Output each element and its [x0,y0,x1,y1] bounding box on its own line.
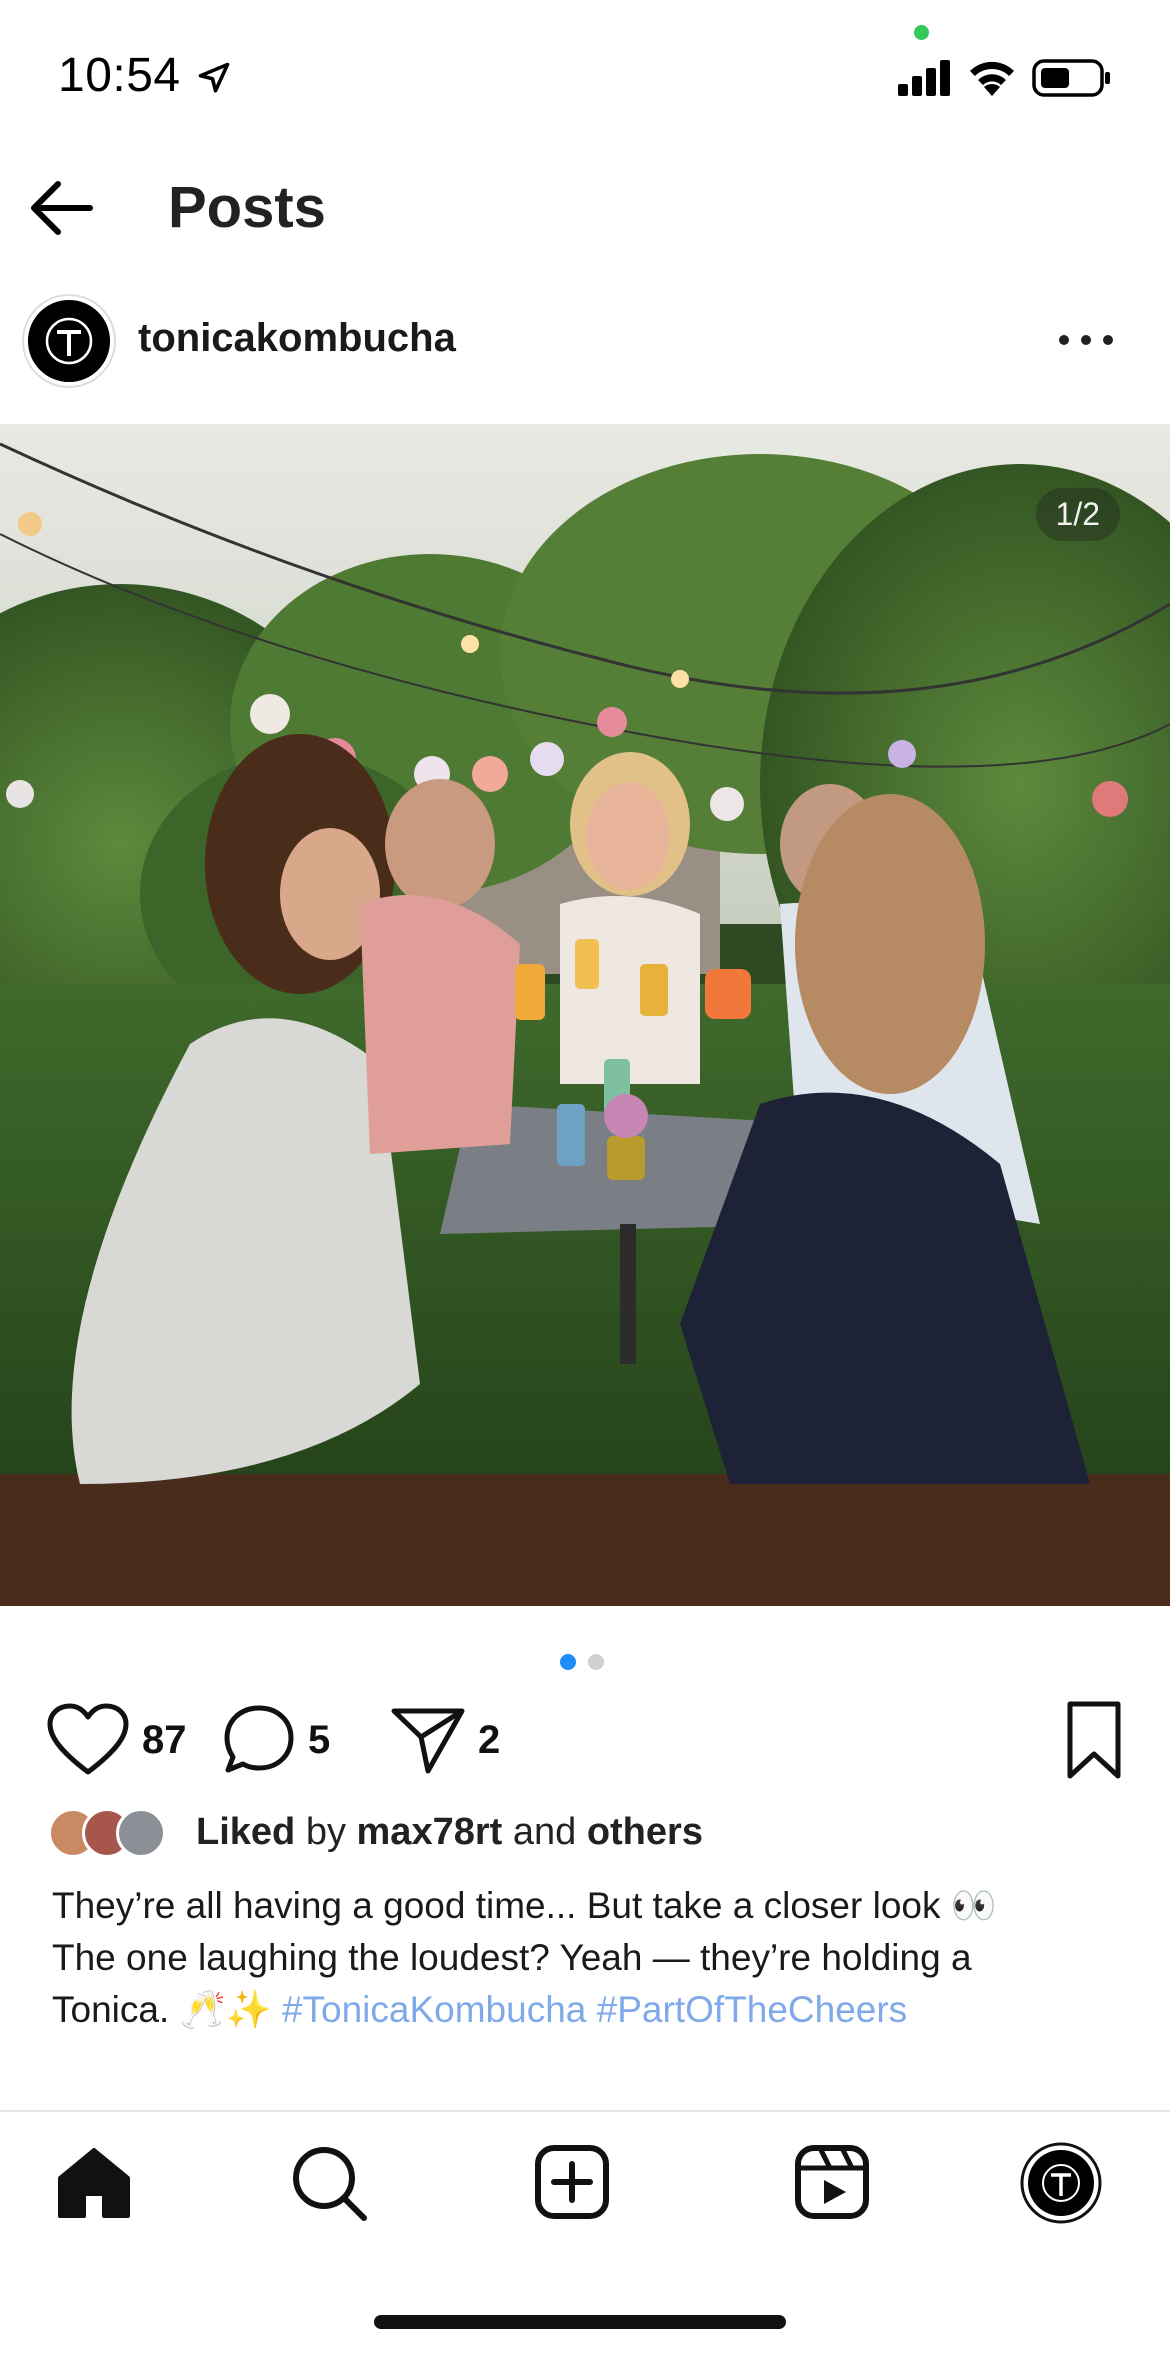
avatar [116,1808,166,1858]
liked-by-user[interactable]: max78rt [357,1811,503,1853]
carousel-dot-active [560,1654,576,1670]
share-count: 2 [478,1717,501,1762]
liked-by-avatars [48,1804,168,1860]
home-indicator [374,2315,786,2329]
wifi-icon [970,61,1014,96]
battery-icon [1032,59,1110,97]
bookmark-icon[interactable] [1064,1698,1124,1782]
share-button[interactable]: 2 [390,1690,500,1790]
carousel-indicator [560,1654,604,1670]
back-arrow-icon[interactable] [26,176,96,240]
send-paper-plane-icon [391,1708,465,1774]
caption-text: Tonica. 🥂✨ [52,1989,272,2030]
home-icon[interactable] [54,2142,134,2222]
carousel-dot [588,1654,604,1670]
post-header: tonicakombucha [0,284,1170,394]
liked-by-word: by [305,1810,346,1853]
location-arrow-icon [198,62,230,93]
liked-label: Liked [196,1810,296,1853]
avatar[interactable] [22,294,116,388]
liked-by-text: Liked by max78rt and others [196,1811,703,1854]
reels-icon[interactable] [792,2142,872,2222]
tonica-logo-icon [28,300,110,382]
comment-button[interactable]: 5 [222,1690,330,1790]
heart-icon [47,1703,129,1775]
caption-line: They’re all having a good time... But ta… [52,1885,997,1926]
like-count: 87 [142,1717,187,1762]
profile-icon[interactable] [1020,2142,1102,2224]
privacy-indicator-dot [914,25,929,40]
bottom-navigation [0,2112,1170,2252]
comment-bubble-icon [224,1705,294,1773]
page-title: Posts [168,175,326,240]
liked-by-row[interactable]: Liked by max78rt and others [48,1800,703,1864]
liked-and-word: and [512,1810,577,1853]
hashtag-link[interactable]: #PartOfTheCheers [597,1989,908,2030]
signal-bars-icon [898,60,950,96]
caption-line: Tonica. 🥂✨ #TonicaKombucha #PartOfTheChe… [52,1984,1092,2036]
photo-counter: 1/2 [1035,488,1120,541]
create-post-icon[interactable] [532,2142,612,2222]
post-actions: 87 5 2 [0,1690,1170,1790]
post-photo[interactable]: 1/2 [0,424,1170,1606]
search-icon[interactable] [288,2142,368,2222]
comment-count: 5 [308,1717,331,1762]
liked-by-others[interactable]: others [587,1811,703,1853]
status-time: 10:54 [58,49,181,102]
page-header: Posts [0,150,1170,270]
party-scene-image [0,424,1170,1606]
caption-line: The one laughing the loudest? Yeah — the… [52,1937,972,1978]
status-bar: 10:54 [0,0,1170,150]
hashtag-link[interactable]: #TonicaKombucha [282,1989,586,2030]
like-button[interactable]: 87 [46,1690,187,1790]
post-username[interactable]: tonicakombucha [138,316,456,361]
more-options-icon[interactable] [1056,328,1116,352]
post-caption: They’re all having a good time... But ta… [52,1880,1092,2036]
